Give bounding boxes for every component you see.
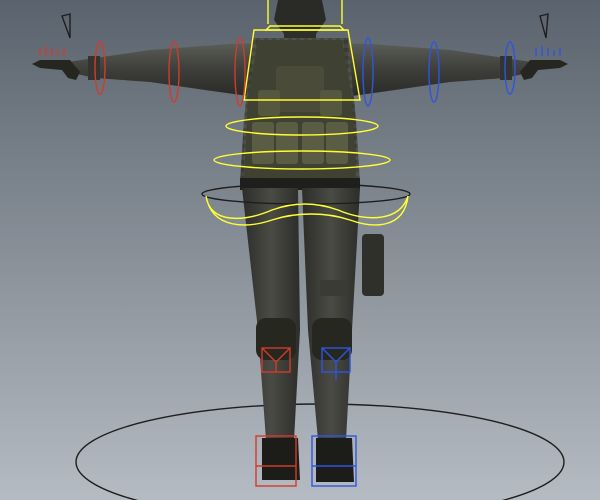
- chest-plate: [276, 66, 324, 112]
- right-boot: [316, 438, 354, 482]
- head: [274, 0, 326, 34]
- side-pouch-right: [320, 90, 342, 116]
- left-boot: [262, 438, 300, 480]
- left-cuff: [88, 56, 100, 80]
- thigh-pocket: [320, 280, 348, 296]
- side-pouch-left: [258, 90, 280, 116]
- right-cuff: [500, 56, 512, 80]
- knee-pad-right: [312, 318, 352, 360]
- 3d-viewport[interactable]: [0, 0, 600, 500]
- viewport-scene[interactable]: [0, 0, 600, 500]
- holster: [362, 234, 384, 296]
